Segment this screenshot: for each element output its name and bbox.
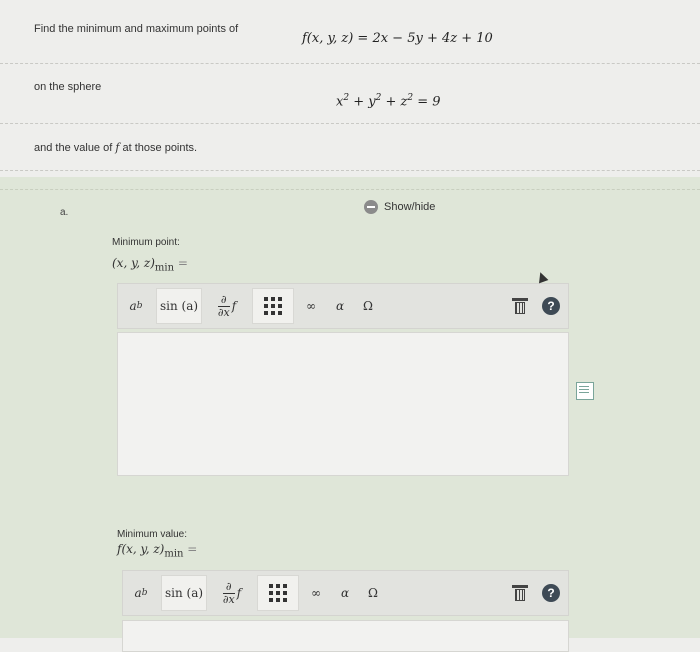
partial-derivative-button[interactable]: ∂ ∂x f	[204, 286, 250, 326]
divider	[0, 63, 700, 64]
question-intro: Find the minimum and maximum points of	[34, 23, 239, 35]
omega-button[interactable]: Ω	[359, 573, 387, 613]
matrix-button[interactable]	[257, 575, 299, 611]
omega-button[interactable]: Ω	[354, 286, 382, 326]
trash-button[interactable]	[506, 286, 534, 326]
min-value-label: Minimum value:	[117, 529, 188, 540]
math-toolbar: ab sin (a) ∂ ∂x f ∞ α Ω ?	[122, 570, 569, 616]
constraint-label: on the sphere	[34, 81, 102, 93]
toggle-icon	[364, 200, 378, 214]
function-formula: f(x, y, z) = 2x − 5y + 4z + 10	[302, 31, 493, 46]
divider	[0, 170, 700, 171]
trash-icon	[512, 585, 528, 601]
alpha-button[interactable]: α	[331, 573, 359, 613]
infinity-button[interactable]: ∞	[296, 286, 326, 326]
divider	[0, 123, 700, 124]
help-button[interactable]: ?	[534, 573, 568, 613]
min-value-expr: f(x, y, z)min =	[117, 542, 198, 560]
notes-icon[interactable]	[576, 382, 594, 400]
math-toolbar: ab sin (a) ∂ ∂x f ∞ α Ω ?	[117, 283, 569, 329]
matrix-icon	[264, 297, 282, 315]
divider	[0, 189, 700, 190]
min-value-answer-input[interactable]	[122, 620, 569, 652]
question-tail: and the value of f at those points.	[34, 141, 198, 154]
part-label: a.	[60, 207, 69, 218]
sphere-equation: x2 + y2 + z2 = 9	[336, 93, 441, 110]
trash-icon	[512, 298, 528, 314]
alpha-button[interactable]: α	[326, 286, 354, 326]
trash-button[interactable]	[506, 573, 534, 613]
min-point-label: Minimum point:	[112, 237, 180, 248]
partial-derivative-button[interactable]: ∂ ∂x f	[209, 573, 255, 613]
matrix-icon	[269, 584, 287, 602]
sin-button[interactable]: sin (a)	[161, 575, 207, 611]
help-button[interactable]: ?	[534, 286, 568, 326]
toggle-label: Show/hide	[384, 201, 436, 213]
matrix-button[interactable]	[252, 288, 294, 324]
min-point-expr: (x, y, z)min =	[112, 256, 188, 274]
infinity-button[interactable]: ∞	[301, 573, 331, 613]
min-point-answer-input[interactable]	[117, 332, 569, 476]
show-hide-toggle[interactable]: Show/hide	[364, 200, 435, 214]
help-icon: ?	[542, 297, 560, 315]
power-button[interactable]: ab	[118, 286, 154, 326]
power-button[interactable]: ab	[123, 573, 159, 613]
sin-button[interactable]: sin (a)	[156, 288, 202, 324]
help-icon: ?	[542, 584, 560, 602]
